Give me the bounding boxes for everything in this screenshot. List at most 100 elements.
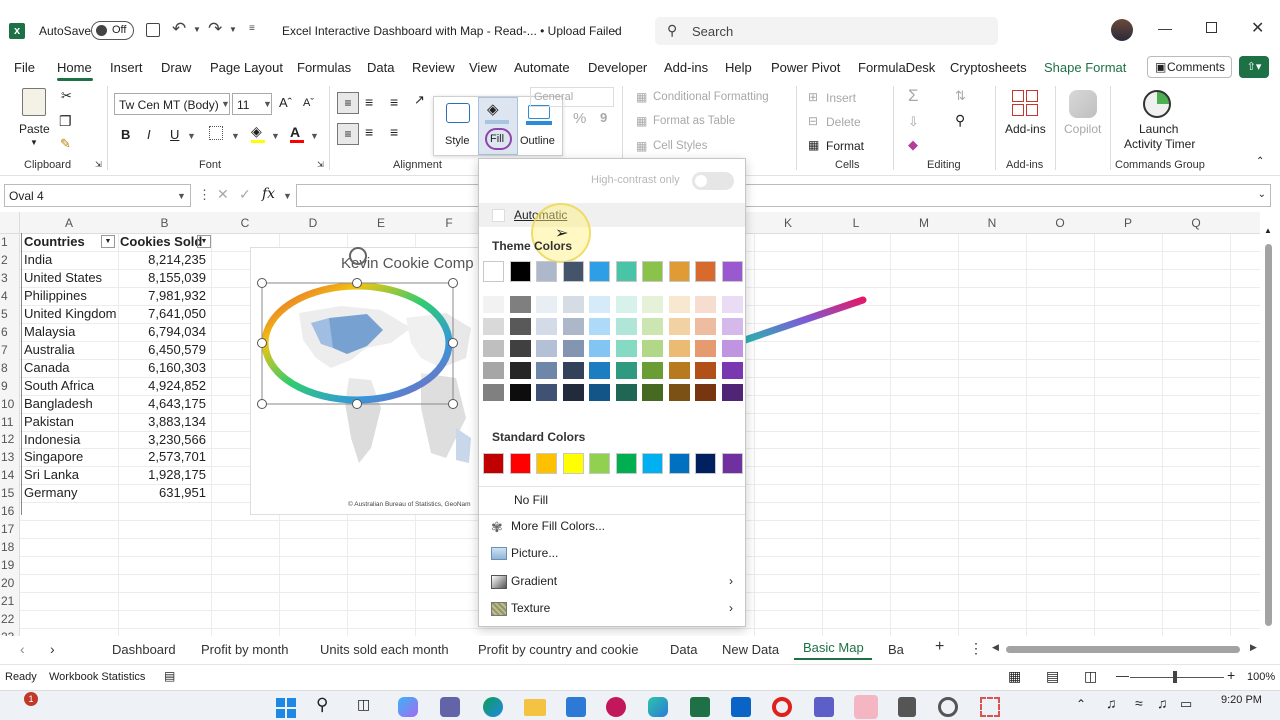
number-format-select[interactable]: General [530, 87, 614, 107]
theme-shade-swatch[interactable] [562, 340, 584, 357]
zoom-slider-thumb[interactable] [1173, 671, 1177, 683]
theme-shade-swatch[interactable] [483, 384, 504, 401]
theme-shade-swatch[interactable] [589, 318, 610, 335]
theme-shade-swatch[interactable] [562, 384, 584, 401]
theme-shade-swatch[interactable] [668, 384, 690, 401]
cookies-sold-cell[interactable]: 7,981,932 [118, 287, 206, 305]
title-chevron-icon[interactable]: ⌄ [611, 24, 619, 35]
tab-profit-by-country[interactable]: Profit by country and cookie [478, 642, 638, 657]
theme-shade-swatch[interactable] [509, 362, 531, 379]
formula-input[interactable]: ⌄ [296, 184, 1271, 207]
tab-new-data[interactable]: New Data [722, 642, 779, 657]
theme-shade-swatch[interactable] [483, 318, 504, 335]
add-sheet-icon[interactable]: + [935, 638, 944, 656]
column-header-E[interactable]: E [347, 212, 415, 234]
theme-shade-swatch[interactable] [536, 318, 557, 335]
theme-shade-swatch[interactable] [642, 384, 663, 401]
menu-shape-format[interactable]: Shape Format [1044, 60, 1126, 75]
clock[interactable]: 9:20 PM [1221, 694, 1262, 706]
menu-file[interactable]: File [14, 60, 35, 75]
theme-shade-swatch[interactable] [483, 362, 504, 379]
menu-draw[interactable]: Draw [161, 60, 191, 75]
theme-color-swatch[interactable] [695, 261, 716, 282]
standard-color-swatch[interactable] [483, 453, 504, 474]
theme-shade-swatch[interactable] [615, 340, 637, 357]
shape-style-icon[interactable] [446, 103, 470, 123]
menu-automate[interactable]: Automate [514, 60, 570, 75]
store-taskbar-icon[interactable] [566, 697, 586, 717]
decrease-font-icon[interactable]: Aˇ [303, 97, 314, 109]
header-cookies-sold[interactable]: Cookies Sold [120, 233, 202, 251]
redo-icon[interactable]: ↷ [208, 19, 222, 39]
gradient-fill-item[interactable]: Gradient › [479, 569, 745, 593]
autosave-toggle[interactable]: Off [91, 21, 134, 40]
row-header-11[interactable]: 11 [0, 413, 20, 431]
increase-font-icon[interactable]: Aˆ [279, 95, 292, 110]
theme-shade-swatch[interactable] [536, 362, 557, 379]
accessibility-icon[interactable]: ▤ [164, 669, 175, 683]
app-taskbar-icon[interactable] [606, 697, 626, 717]
theme-shade-swatch[interactable] [589, 340, 610, 357]
standard-color-swatch[interactable] [668, 453, 690, 474]
standard-color-swatch[interactable] [721, 453, 743, 474]
paste-icon[interactable] [22, 88, 46, 116]
tab-units-sold[interactable]: Units sold each month [320, 642, 449, 657]
prev-sheet-icon[interactable]: ‹ [20, 641, 25, 657]
conditional-formatting-icon[interactable]: ▦ [636, 90, 647, 104]
column-header-P[interactable]: P [1094, 212, 1162, 234]
cookies-sold-cell[interactable]: 1,928,175 [118, 466, 206, 484]
menu-formuladesk[interactable]: FormulaDesk [858, 60, 935, 75]
comma-icon[interactable]: 9 [600, 110, 607, 125]
theme-color-swatch[interactable] [536, 261, 557, 282]
texture-fill-item[interactable]: Texture › [479, 596, 745, 620]
menu-formulas[interactable]: Formulas [297, 60, 351, 75]
column-header-D[interactable]: D [279, 212, 347, 234]
standard-color-swatch[interactable] [615, 453, 637, 474]
cancel-icon[interactable]: ✕ [217, 186, 229, 203]
normal-view-icon[interactable]: ▦ [1008, 668, 1021, 685]
page-break-view-icon[interactable]: ◫ [1084, 668, 1097, 685]
copilot-taskbar-icon[interactable] [398, 697, 418, 717]
document-title[interactable]: Excel Interactive Dashboard with Map - R… [282, 24, 622, 38]
name-box[interactable]: Oval 4 ▼ [4, 184, 191, 207]
scroll-left-icon[interactable]: ◀ [992, 642, 999, 653]
column-header-O[interactable]: O [1026, 212, 1094, 234]
theme-shade-swatch[interactable] [589, 296, 610, 313]
collapse-ribbon-icon[interactable]: ⌃ [1256, 156, 1264, 167]
excel-taskbar-icon[interactable] [690, 697, 710, 717]
tab-basic-map[interactable]: Basic Map [794, 636, 872, 660]
copilot-icon[interactable] [1069, 90, 1097, 118]
menu-review[interactable]: Review [412, 60, 455, 75]
search-box[interactable]: ⚲ Search [655, 17, 998, 45]
font-color-dropdown-icon[interactable]: ▼ [310, 131, 319, 141]
theme-shade-swatch[interactable] [668, 318, 690, 335]
avatar[interactable] [1111, 19, 1133, 41]
theme-shade-swatch[interactable] [668, 340, 690, 357]
sheet-options-icon[interactable]: ⋮ [969, 640, 983, 657]
theme-shade-swatch[interactable] [615, 362, 637, 379]
opera-taskbar-icon[interactable] [772, 697, 792, 717]
tab-truncated[interactable]: Ba [888, 642, 904, 657]
theme-shade-swatch[interactable] [642, 362, 663, 379]
tray-chevron-icon[interactable]: ⌃ [1076, 697, 1086, 711]
sort-filter-icon[interactable]: ⇅ [955, 88, 966, 104]
orientation-icon[interactable]: ↗ [414, 92, 425, 108]
menu-view[interactable]: View [469, 60, 497, 75]
cookies-sold-cell[interactable]: 8,214,235 [118, 251, 206, 269]
high-contrast-toggle[interactable] [692, 172, 734, 190]
menu-data[interactable]: Data [367, 60, 394, 75]
find-select-icon[interactable]: ⚲ [955, 112, 965, 129]
resize-handle[interactable] [257, 278, 267, 288]
delete-cells-button[interactable]: Delete [826, 115, 861, 129]
standard-color-swatch[interactable] [695, 453, 716, 474]
cookies-sold-cell[interactable]: 7,641,050 [118, 305, 206, 323]
resize-handle[interactable] [352, 278, 362, 288]
theme-shade-swatch[interactable] [695, 384, 716, 401]
percent-icon[interactable]: % [573, 110, 586, 127]
selected-oval-shape[interactable] [256, 238, 466, 414]
search-taskbar-icon[interactable]: ⚲ [316, 695, 328, 715]
scroll-up-icon[interactable]: ▲ [1264, 226, 1272, 235]
column-header-L[interactable]: L [822, 212, 890, 234]
row-header-1[interactable]: 1 [0, 233, 20, 251]
vertical-scroll-thumb[interactable] [1265, 244, 1272, 626]
